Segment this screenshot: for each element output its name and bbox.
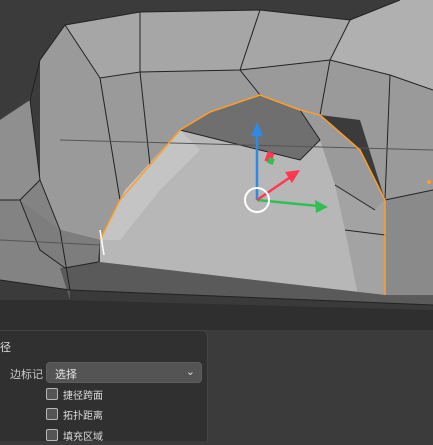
selected-vertex bbox=[427, 180, 431, 184]
checkbox-shortest-path-face[interactable]: 捷径跨面 bbox=[46, 386, 103, 402]
checkbox-topology-distance[interactable]: 拓扑距离 bbox=[46, 406, 103, 422]
checkbox-icon[interactable] bbox=[46, 429, 58, 441]
edge-mark-value: 选择 bbox=[55, 368, 77, 381]
panel-title[interactable]: 径 bbox=[0, 339, 11, 355]
checkbox-icon[interactable] bbox=[46, 388, 58, 400]
edge-mark-label: 边标记 bbox=[10, 368, 43, 381]
mesh-object[interactable] bbox=[0, 0, 433, 310]
chevron-down-icon: ⌄ bbox=[185, 365, 195, 378]
edge-mark-dropdown[interactable]: 选择 ⌄ bbox=[46, 362, 202, 383]
operator-panel: 径 边标记 选择 ⌄ 捷径跨面 拓扑距离 填充区域 bbox=[0, 330, 208, 443]
checkbox-icon[interactable] bbox=[46, 408, 58, 420]
checkbox-label: 捷径跨面 bbox=[63, 390, 103, 402]
checkbox-label: 拓扑距离 bbox=[63, 410, 103, 422]
checkbox-label: 填充区域 bbox=[63, 431, 103, 443]
